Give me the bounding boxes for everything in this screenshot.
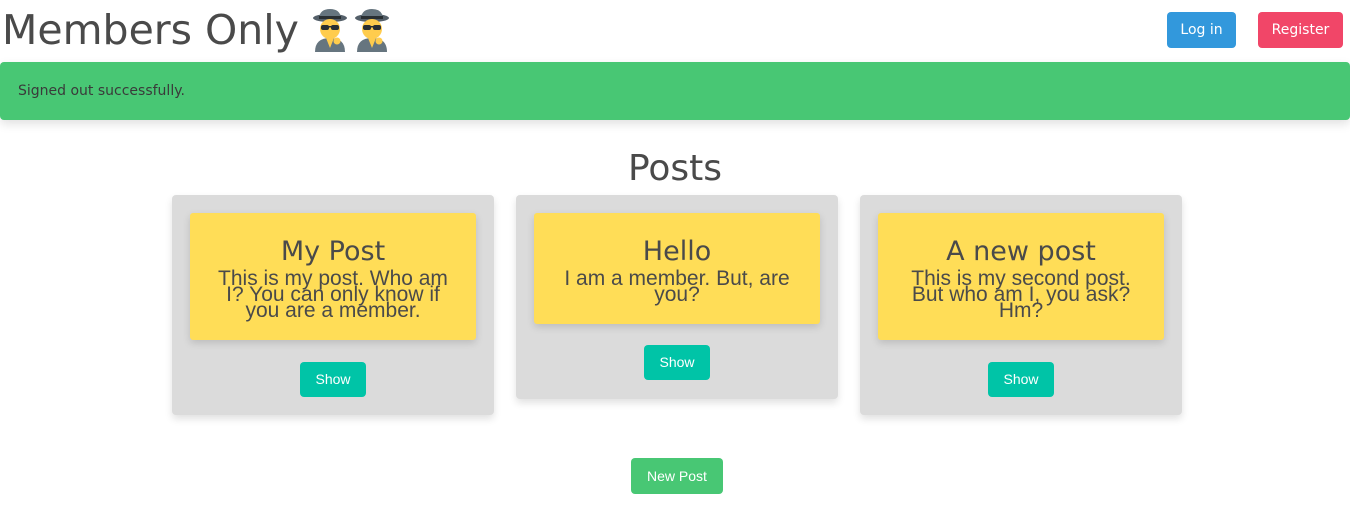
page-title: Posts: [627, 148, 723, 189]
post-body: I am a member. But, are you?: [564, 267, 790, 306]
register-button[interactable]: Register: [1258, 12, 1343, 48]
detective-icon: [353, 8, 391, 52]
site-title-text: Members Only: [2, 6, 299, 54]
post-note: My Post This is my post. Who am I? You c…: [190, 213, 476, 340]
post-note: Hello I am a member. But, are you?: [534, 213, 820, 324]
post-title: A new post: [946, 236, 1096, 267]
show-post-button[interactable]: Show: [300, 362, 366, 397]
show-post-button[interactable]: Show: [644, 345, 710, 380]
post-card: Hello I am a member. But, are you? Show: [516, 195, 838, 399]
post-body: This is my post. Who am I? You can only …: [218, 267, 448, 322]
post-title: Hello: [642, 236, 712, 267]
new-post-button[interactable]: New Post: [631, 458, 723, 494]
post-card: My Post This is my post. Who am I? You c…: [172, 195, 494, 415]
detective-icon: [311, 8, 349, 52]
show-post-button[interactable]: Show: [988, 362, 1054, 397]
flash-notice: Signed out successfully.: [0, 62, 1350, 120]
post-body: This is my second post. But who am I, yo…: [911, 267, 1131, 322]
emoji-group: [311, 8, 391, 52]
post-note: A new post This is my second post. But w…: [878, 213, 1164, 340]
post-title: My Post: [280, 236, 386, 267]
post-card: A new post This is my second post. But w…: [860, 195, 1182, 415]
site-title: Members Only: [2, 4, 391, 56]
login-button[interactable]: Log in: [1167, 12, 1236, 48]
header: Members Only Log in Register: [0, 0, 1350, 62]
flash-message: Signed out successfully.: [18, 83, 185, 99]
